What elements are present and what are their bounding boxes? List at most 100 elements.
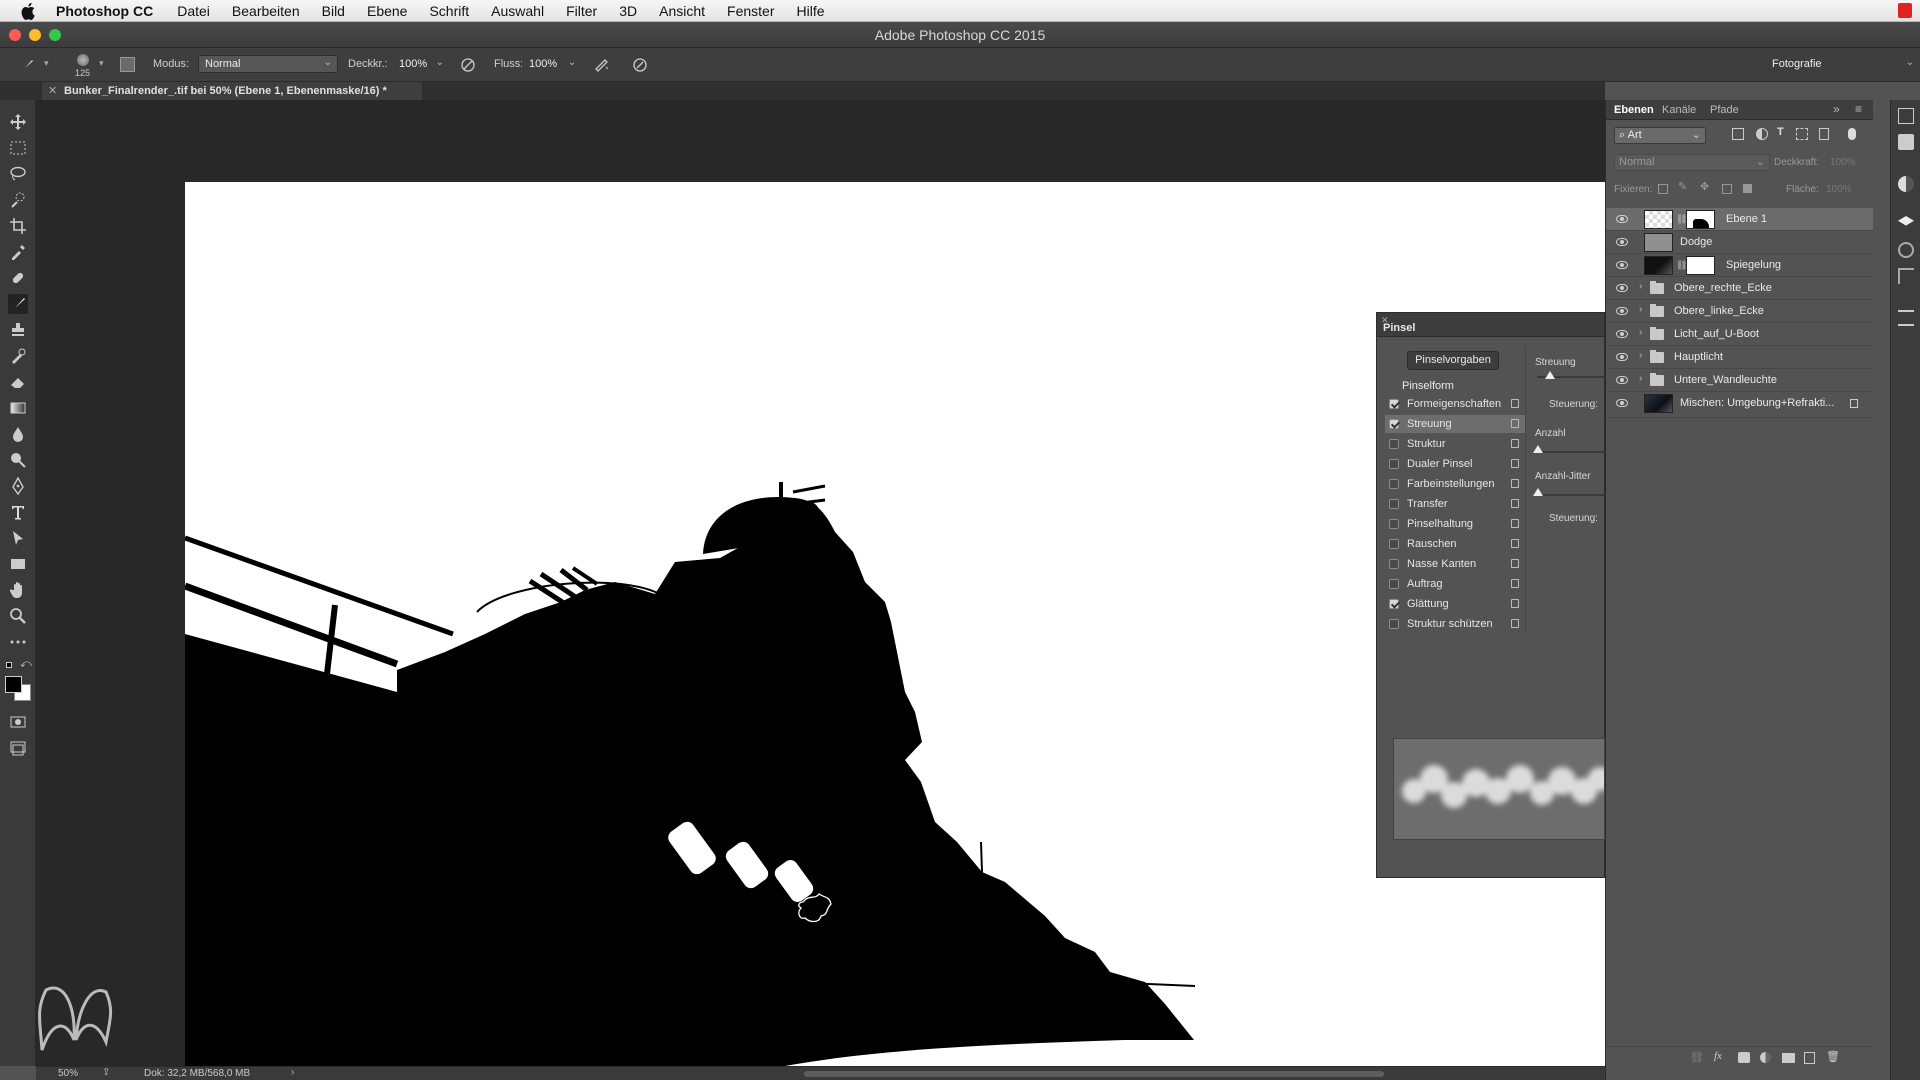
lock-icon[interactable]: [1511, 579, 1519, 588]
visibility-eye-icon[interactable]: [1616, 330, 1628, 338]
flow-field[interactable]: 100% ⌄: [522, 55, 582, 73]
brush-tool-icon[interactable]: [8, 294, 28, 314]
new-group-icon[interactable]: [1782, 1053, 1795, 1063]
menu-bearbeiten[interactable]: Bearbeiten: [232, 3, 300, 19]
layer-row[interactable]: › Obere_rechte_Ecke: [1606, 277, 1873, 300]
path-selection-tool-icon[interactable]: [8, 528, 28, 548]
channels-panel-icon[interactable]: [1898, 242, 1914, 258]
lock-icon[interactable]: [1511, 439, 1519, 448]
option-checkbox[interactable]: [1389, 519, 1399, 529]
foreground-color-swatch[interactable]: [5, 676, 22, 693]
pressure-size-icon[interactable]: [632, 57, 648, 73]
link-layers-icon[interactable]: ⛓: [1690, 1051, 1704, 1064]
brush-option-row[interactable]: Struktur: [1385, 435, 1525, 453]
layer-mask-thumbnail[interactable]: [1686, 256, 1715, 275]
brush-option-row[interactable]: Pinselhaltung: [1385, 515, 1525, 533]
brush-option-row[interactable]: Struktur schützen: [1385, 615, 1525, 633]
clone-stamp-tool-icon[interactable]: [8, 320, 28, 340]
option-checkbox[interactable]: [1389, 499, 1399, 509]
zoom-tool-icon[interactable]: [8, 606, 28, 626]
brush-tip-shape-item[interactable]: Pinselform: [1402, 380, 1454, 392]
filter-toggle-icon[interactable]: [1848, 128, 1856, 140]
history-brush-tool-icon[interactable]: [8, 346, 28, 366]
close-tab-icon[interactable]: ✕: [48, 82, 57, 100]
blur-tool-icon[interactable]: [8, 424, 28, 444]
menu-schrift[interactable]: Schrift: [429, 3, 469, 19]
layer-row[interactable]: Mischen: Umgebung+Refrakti...: [1606, 392, 1873, 418]
lock-artboard-icon[interactable]: [1722, 184, 1732, 194]
adjustment-layer-icon[interactable]: [1760, 1052, 1771, 1063]
dodge-tool-icon[interactable]: [8, 450, 28, 470]
filter-smart-objects-icon[interactable]: [1819, 128, 1829, 140]
apple-icon[interactable]: [20, 2, 38, 20]
brush-option-row[interactable]: Rauschen: [1385, 535, 1525, 553]
count-slider-handle[interactable]: [1533, 445, 1543, 453]
close-window-button[interactable]: [9, 29, 21, 41]
layer-row[interactable]: Dodge: [1606, 231, 1873, 254]
lock-icon[interactable]: [1511, 499, 1519, 508]
menu-ansicht[interactable]: Ansicht: [659, 3, 705, 19]
expand-group-icon[interactable]: ›: [1639, 281, 1642, 292]
expand-group-icon[interactable]: ›: [1639, 350, 1642, 361]
properties-panel-icon[interactable]: [1898, 134, 1914, 150]
layer-opacity-value[interactable]: 100%: [1830, 157, 1856, 168]
option-checkbox[interactable]: [1389, 419, 1399, 429]
visibility-eye-icon[interactable]: [1616, 399, 1628, 407]
layer-mask-thumbnail[interactable]: [1686, 210, 1715, 229]
lock-position-icon[interactable]: ✥: [1700, 180, 1709, 193]
panel-menu-icon[interactable]: ≡: [1855, 102, 1862, 116]
option-checkbox[interactable]: [1389, 459, 1399, 469]
swap-colors-icon[interactable]: ⤺: [20, 658, 32, 671]
pen-tool-icon[interactable]: [8, 476, 28, 496]
tab-channels[interactable]: Kanäle: [1662, 104, 1696, 116]
visibility-eye-icon[interactable]: [1616, 284, 1628, 292]
quick-mask-icon[interactable]: [8, 712, 28, 732]
expand-group-icon[interactable]: ›: [1639, 304, 1642, 315]
option-checkbox[interactable]: [1389, 599, 1399, 609]
brush-presets-button[interactable]: Pinselvorgaben: [1407, 351, 1499, 370]
menu-filter[interactable]: Filter: [566, 3, 597, 19]
close-panel-icon[interactable]: ✕: [1381, 305, 1389, 335]
zoom-window-button[interactable]: [49, 29, 61, 41]
menu-auswahl[interactable]: Auswahl: [491, 3, 544, 19]
app-name-menu[interactable]: Photoshop CC: [56, 3, 153, 19]
lock-all-icon[interactable]: [1743, 184, 1752, 193]
count-jitter-slider-handle[interactable]: [1533, 488, 1543, 496]
brush-size-picker[interactable]: 125: [72, 52, 94, 78]
brush-option-row[interactable]: Streuung: [1385, 415, 1525, 433]
healing-brush-tool-icon[interactable]: [8, 268, 28, 288]
layer-row[interactable]: › Hauptlicht: [1606, 346, 1873, 369]
visibility-eye-icon[interactable]: [1616, 261, 1628, 269]
collapse-panel-icon[interactable]: »: [1833, 102, 1840, 116]
menu-3d[interactable]: 3D: [619, 3, 637, 19]
brush-panel-toggle-icon[interactable]: [120, 57, 135, 72]
brush-settings-panel-icon[interactable]: [1898, 310, 1914, 326]
tab-paths[interactable]: Pfade: [1710, 104, 1739, 116]
scatter-slider-handle[interactable]: [1545, 371, 1555, 379]
opacity-field[interactable]: 100% ⌄: [392, 55, 450, 73]
share-icon[interactable]: ⇪: [102, 1067, 110, 1078]
minimize-window-button[interactable]: [29, 29, 41, 41]
option-checkbox[interactable]: [1389, 539, 1399, 549]
marquee-tool-icon[interactable]: [8, 138, 28, 158]
visibility-eye-icon[interactable]: [1616, 353, 1628, 361]
option-checkbox[interactable]: [1389, 559, 1399, 569]
add-mask-icon[interactable]: [1738, 1052, 1750, 1063]
eyedropper-tool-icon[interactable]: [8, 242, 28, 262]
brush-option-row[interactable]: Nasse Kanten: [1385, 555, 1525, 573]
lock-image-pixels-icon[interactable]: ✎: [1678, 180, 1687, 193]
blend-mode-select[interactable]: Normal ⌄: [1614, 154, 1770, 171]
fill-value[interactable]: 100%: [1826, 184, 1852, 195]
history-panel-icon[interactable]: [1898, 108, 1914, 124]
filter-adjustment-layers-icon[interactable]: [1756, 128, 1768, 140]
layers-panel-icon[interactable]: [1898, 216, 1914, 226]
layer-row[interactable]: ⛓ Ebene 1: [1606, 208, 1873, 231]
airbrush-icon[interactable]: [594, 57, 610, 73]
option-checkbox[interactable]: [1389, 619, 1399, 629]
brush-option-row[interactable]: Glättung: [1385, 595, 1525, 613]
lock-icon[interactable]: [1511, 479, 1519, 488]
lock-icon[interactable]: [1511, 599, 1519, 608]
move-tool-icon[interactable]: [8, 112, 28, 132]
lock-icon[interactable]: [1511, 419, 1519, 428]
menu-hilfe[interactable]: Hilfe: [797, 3, 825, 19]
